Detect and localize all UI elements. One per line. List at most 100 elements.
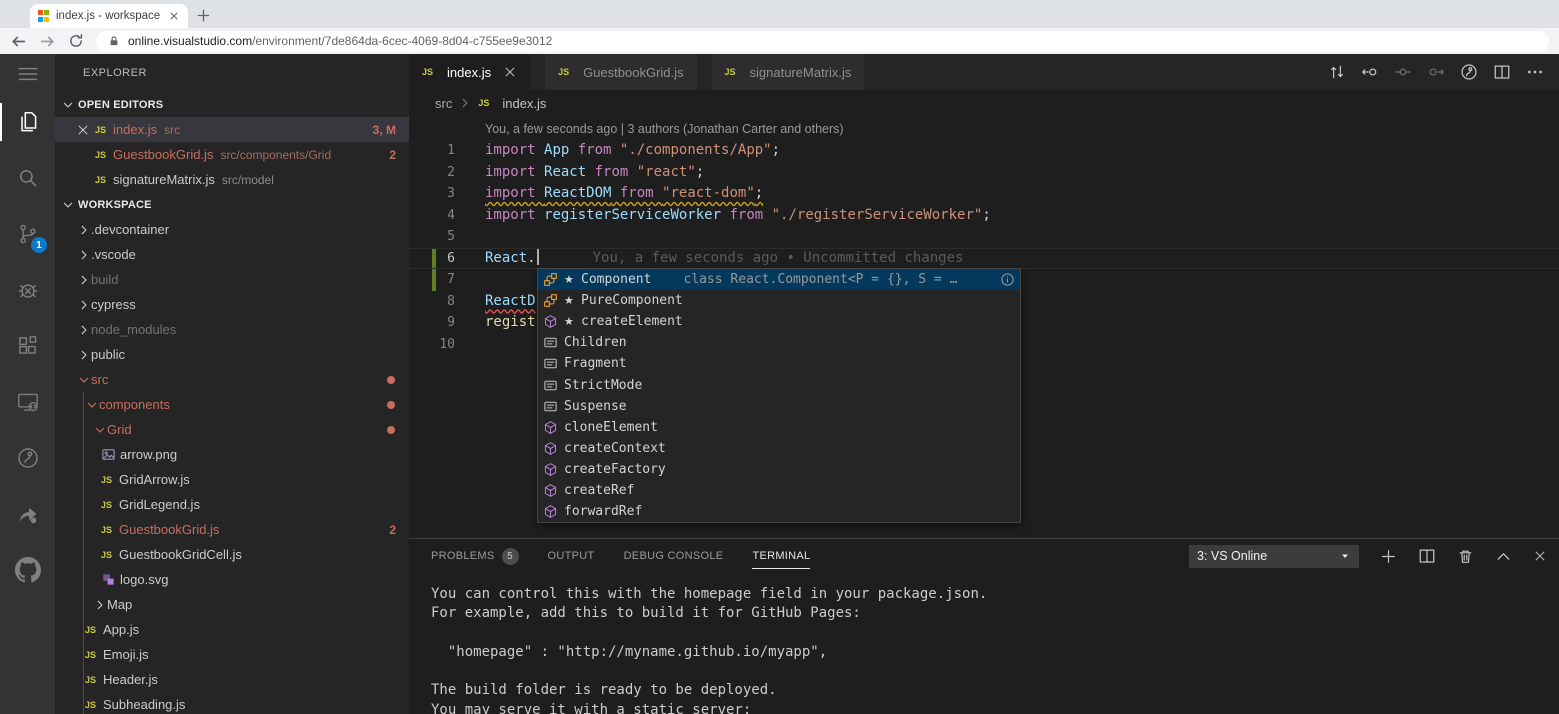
url-bar[interactable]: online.visualstudio.com/environment/7de8… [96,31,1549,52]
suggestion-suspense[interactable]: Suspense [538,396,1020,417]
browser-tab[interactable]: index.js - workspace - Visual Stud [30,4,188,28]
back-icon[interactable] [10,33,27,50]
editor-tab-index-js[interactable]: JSindex.js [409,54,530,90]
suggestion-purecomponent[interactable]: ★PureComponent [538,290,1020,311]
suggestion-children[interactable]: Children [538,332,1020,353]
terminal-line: "homepage" : "http://myname.github.io/my… [431,643,1559,662]
codelens-annotation[interactable]: You, a few seconds ago | 3 authors (Jona… [409,118,1559,140]
tree-item-node-modules[interactable]: node_modules [55,317,409,342]
split-editor-icon[interactable] [1493,63,1511,81]
tree-item-label: Emoji.js [103,647,149,662]
menu-icon[interactable] [0,54,55,94]
panel-tab-problems[interactable]: PROBLEMS5 [431,539,519,573]
more-actions-icon[interactable] [1526,63,1544,81]
extensions-icon[interactable] [0,318,55,374]
file-path: src [164,123,180,137]
tree-item-subheading-js[interactable]: JSSubheading.js [55,692,409,714]
maximize-panel-icon[interactable] [1495,548,1512,565]
tree-item-guestbookgrid-js[interactable]: JSGuestbookGrid.js2 [55,517,409,542]
tree-item-grid[interactable]: Grid [55,417,409,442]
code-line-4[interactable]: 4import registerServiceWorker from "./re… [409,205,1559,227]
search-icon[interactable] [0,150,55,206]
new-terminal-icon[interactable] [1380,548,1397,565]
code-line-2[interactable]: 2import React from "react"; [409,162,1559,184]
code-line-3[interactable]: 3import ReactDOM from "react-dom"; [409,183,1559,205]
js-file-icon: JS [725,67,743,77]
tree-item-header-js[interactable]: JSHeader.js [55,667,409,692]
debug-icon[interactable] [0,262,55,318]
suggestion-createfactory[interactable]: createFactory [538,459,1020,480]
breadcrumb[interactable]: src JS index.js [409,90,1559,116]
new-tab-button[interactable] [194,6,212,24]
browser-tab-title: index.js - workspace - Visual Stud [56,10,162,22]
source-control-icon[interactable]: 1 [0,206,55,262]
tree-item-cypress[interactable]: cypress [55,292,409,317]
tree-item-app-js[interactable]: JSApp.js [55,617,409,642]
tree-item-guestbookgridcell-js[interactable]: JSGuestbookGridCell.js [55,542,409,567]
breadcrumb-file[interactable]: index.js [502,96,546,111]
terminal-output[interactable]: You can control this with the homepage f… [409,573,1559,714]
token: from [586,164,637,180]
workspace-header[interactable]: WORKSPACE [55,192,409,217]
suggestion-cloneelement[interactable]: cloneElement [538,417,1020,438]
open-editor-index-js[interactable]: JSindex.jssrc3, M [55,117,409,142]
suggestion-forwardref[interactable]: forwardRef [538,501,1020,522]
tab-close-icon[interactable] [168,10,180,22]
share-icon[interactable] [0,486,55,542]
kill-terminal-icon[interactable] [1457,548,1474,565]
next-change-icon[interactable] [1427,63,1445,81]
suggestion-createref[interactable]: createRef [538,480,1020,501]
close-icon[interactable] [503,65,517,79]
code-editor[interactable]: You, a few seconds ago | 3 authors (Jona… [409,116,1559,538]
tree-item-gridlegend-js[interactable]: JSGridLegend.js [55,492,409,517]
close-icon[interactable] [76,123,95,137]
panel-tab-debug-console[interactable]: DEBUG CONSOLE [624,539,724,573]
editor-tab-guestbookgrid-js[interactable]: JSGuestbookGrid.js [545,54,696,90]
panel-tab-label: TERMINAL [752,550,810,562]
open-editors-header[interactable]: OPEN EDITORS [55,92,409,117]
tree-item-src[interactable]: src [55,367,409,392]
open-editor-guestbookgrid-js[interactable]: JSGuestbookGrid.jssrc/components/Grid2 [55,142,409,167]
suggestion-component[interactable]: ★Componentclass React.Component<P = {}, … [538,269,1020,290]
editor-tab-signaturematrix-js[interactable]: JSsignatureMatrix.js [712,54,865,90]
breadcrumb-folder[interactable]: src [435,96,452,111]
tree-item-public[interactable]: public [55,342,409,367]
terminal-picker[interactable]: 3: VS Online [1189,545,1359,568]
panel-tab-output[interactable]: OUTPUT [548,539,595,573]
tree-item-devcontainer[interactable]: .devcontainer [55,217,409,242]
code-line-6[interactable]: 6React.You, a few seconds ago • Uncommit… [409,248,1559,270]
tree-item-emoji-js[interactable]: JSEmoji.js [55,642,409,667]
tree-indent-guide [83,392,84,714]
explorer-icon[interactable] [0,94,55,150]
forward-icon[interactable] [39,33,56,50]
panel-tab-terminal[interactable]: TERMINAL [752,539,810,573]
tree-item-arrow-png[interactable]: arrow.png [55,442,409,467]
info-icon[interactable] [1000,272,1015,287]
open-editor-signaturematrix-js[interactable]: JSsignatureMatrix.jssrc/model [55,167,409,192]
tree-item-components[interactable]: components [55,392,409,417]
suggestion-createcontext[interactable]: createContext [538,438,1020,459]
tree-item-map[interactable]: Map [55,592,409,617]
github-icon[interactable] [0,542,55,598]
suggestion-strictmode[interactable]: StrictMode [538,374,1020,395]
close-panel-icon[interactable] [1533,549,1547,563]
tree-item-gridarrow-js[interactable]: JSGridArrow.js [55,467,409,492]
reload-icon[interactable] [68,33,84,49]
method-symbol-icon [543,504,560,519]
remote-explorer-icon[interactable] [0,374,55,430]
open-changes-icon[interactable] [1328,63,1346,81]
suggestion-fragment[interactable]: Fragment [538,353,1020,374]
split-terminal-icon[interactable] [1418,547,1436,565]
browser-toolbar: online.visualstudio.com/environment/7de8… [0,28,1559,54]
previous-change-icon[interactable] [1361,63,1379,81]
code-line-5[interactable]: 5 [409,226,1559,248]
live-share-icon[interactable] [0,430,55,486]
tree-item-vscode[interactable]: .vscode [55,242,409,267]
line-number: 4 [409,205,455,227]
code-line-1[interactable]: 1import App from "./components/App"; [409,140,1559,162]
suggestion-createelement[interactable]: ★createElement [538,311,1020,332]
current-change-icon[interactable] [1394,63,1412,81]
tree-item-build[interactable]: build [55,267,409,292]
tree-item-logo-svg[interactable]: logo.svg [55,567,409,592]
live-share-session-icon[interactable] [1460,63,1478,81]
